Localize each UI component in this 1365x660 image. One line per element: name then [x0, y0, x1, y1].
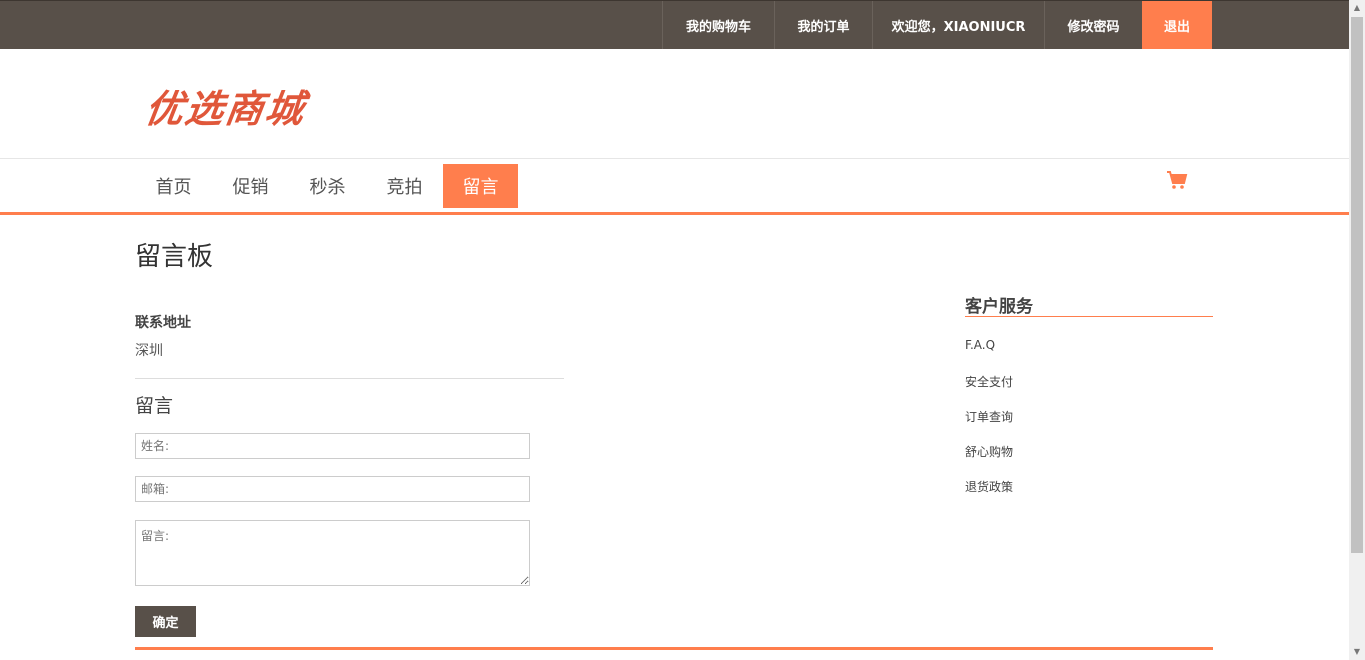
change-password-link[interactable]: 修改密码: [1044, 1, 1142, 49]
nav-message[interactable]: 留言: [443, 164, 518, 208]
scroll-down-arrow-icon[interactable]: ▼: [1349, 644, 1365, 660]
welcome-user-link[interactable]: 欢迎您，XIAONIUCR: [872, 1, 1044, 49]
nav-auction[interactable]: 竞拍: [366, 164, 443, 208]
logout-button[interactable]: 退出: [1142, 1, 1212, 49]
submit-button[interactable]: 确定: [135, 606, 196, 637]
message-form-title: 留言: [135, 395, 174, 417]
top-bar: 我的购物车 我的订单 欢迎您，XIAONIUCR 修改密码 退出: [0, 0, 1349, 49]
contact-address-label: 联系地址: [135, 315, 191, 331]
service-link-secure-payment[interactable]: 安全支付: [965, 373, 1013, 408]
nav-flash-sale[interactable]: 秒杀: [289, 164, 366, 208]
message-textarea[interactable]: [135, 520, 530, 586]
customer-service-list: F.A.Q 安全支付 订单查询 舒心购物 退货政策: [965, 338, 1013, 513]
service-link-faq[interactable]: F.A.Q: [965, 338, 1013, 373]
top-nav: 我的购物车 我的订单 欢迎您，XIAONIUCR 修改密码 退出: [662, 1, 1212, 50]
section-divider: [135, 378, 564, 379]
scroll-up-arrow-icon[interactable]: ▲: [1349, 0, 1365, 16]
footer-accent-line: [135, 647, 1213, 650]
name-input[interactable]: [135, 433, 530, 459]
email-input[interactable]: [135, 476, 530, 502]
site-logo[interactable]: 优选商城: [142, 78, 310, 133]
my-cart-link[interactable]: 我的购物车: [662, 1, 774, 49]
vertical-scrollbar[interactable]: ▲ ▼: [1349, 0, 1365, 660]
page-title: 留言板: [135, 242, 214, 272]
main-nav: 首页 促销 秒杀 竞拍 留言: [135, 164, 518, 208]
nav-home[interactable]: 首页: [135, 164, 212, 208]
service-link-return-policy[interactable]: 退货政策: [965, 478, 1013, 513]
contact-address-value: 深圳: [135, 343, 163, 359]
service-link-order-query[interactable]: 订单查询: [965, 408, 1013, 443]
customer-service-title: 客户服务: [965, 297, 1033, 317]
my-orders-link[interactable]: 我的订单: [774, 1, 872, 49]
scrollbar-thumb[interactable]: [1351, 17, 1363, 553]
nav-promotion[interactable]: 促销: [212, 164, 289, 208]
customer-service-divider: [965, 316, 1213, 317]
nav-accent-line: [0, 212, 1349, 215]
service-link-comfort-shopping[interactable]: 舒心购物: [965, 443, 1013, 478]
nav-divider: [0, 158, 1349, 159]
shopping-cart-icon[interactable]: [1166, 170, 1188, 190]
